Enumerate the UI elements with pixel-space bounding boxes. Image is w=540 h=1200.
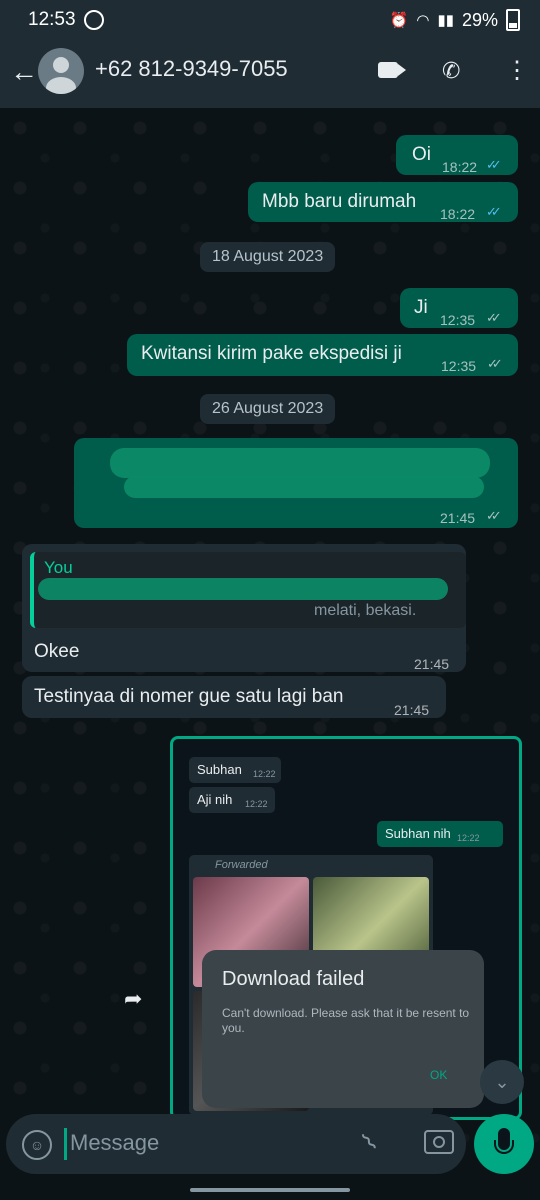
whatsapp-notification-icon [84,10,104,30]
message-text: Mbb baru dirumah [262,191,417,212]
message-text: Testinyaa di nomer gue satu lagi ban [34,686,344,707]
message-input-bar: ☺ Message ⌇ [6,1114,466,1174]
read-ticks-icon: ✓✓ [486,204,502,219]
message-text: Okee [34,641,80,662]
forwarded-label: Forwarded [215,859,268,871]
message-time: 12:35 [440,312,476,328]
message-time: 12:35 [441,358,477,374]
redaction-scribble [38,578,448,600]
contact-name[interactable]: +62 812-9349-7055 [95,56,288,82]
message-time: 18:22 [442,159,478,175]
delivered-ticks-icon: ✓✓ [486,310,502,325]
text-cursor [64,1128,67,1160]
message-text: Ji [414,297,428,318]
nested-message-time: 12:22 [457,833,480,843]
delivered-ticks-icon: ✓✓ [487,356,503,371]
phone-call-icon[interactable]: ✆ [442,58,460,84]
message-time: 21:45 [414,656,450,672]
nested-message-time: 12:22 [253,769,276,779]
status-bar: 12:53 ⏰ ◠ ▮▮ 29% [0,0,540,40]
nested-message-text: Aji nih [197,792,233,807]
nested-message: Aji nih 12:22 [189,787,275,813]
nested-message-text: Subhan [197,762,242,777]
message-bubble[interactable]: Mbb baru dirumah 18:22 ✓✓ [248,182,518,222]
home-indicator[interactable] [190,1188,350,1192]
read-ticks-icon: ✓✓ [486,157,502,172]
nested-message-text: Subhan nih [385,826,451,841]
status-icons: ⏰ ◠ ▮▮ 29% [390,9,520,31]
message-time: 21:45 [394,702,430,718]
avatar[interactable] [38,48,84,94]
message-bubble[interactable]: Oi 18:22 ✓✓ [396,135,518,175]
message-bubble[interactable]: Kwitansi kirim pake ekspedisi ji 12:35 ✓… [127,334,518,376]
redaction-scribble [110,448,490,478]
quote-text: melati, bekasi. [314,602,417,619]
delivered-ticks-icon: ✓✓ [486,508,502,523]
battery-icon [506,9,520,31]
message-time: 18:22 [440,206,476,222]
nested-message: Subhan nih 12:22 [377,821,503,847]
message-text: Oi [412,144,431,165]
nested-message: Subhan 12:22 [189,757,281,783]
quoted-message[interactable]: You melati, bekasi. [30,552,466,628]
back-arrow-icon[interactable]: ← [10,56,38,88]
more-options-icon[interactable]: ⋮ [505,56,529,85]
nested-message-time: 12:22 [245,799,268,809]
alarm-icon: ⏰ [389,12,409,29]
mic-button[interactable] [474,1114,534,1174]
message-input[interactable]: Message [70,1130,159,1156]
forward-icon[interactable]: ➦ [124,986,152,1014]
scroll-down-icon[interactable]: ⌄ [480,1060,524,1104]
signal-icon: ▮▮ [437,12,454,29]
date-separator: 26 August 2023 [200,394,336,424]
date-separator: 18 August 2023 [200,242,336,272]
video-call-icon[interactable] [378,62,398,78]
redaction-scribble [124,476,484,498]
chat-header: ← +62 812-9349-7055 ✆ ⋮ [0,40,540,108]
message-bubble[interactable]: 21:45 ✓✓ [74,438,518,528]
dialog-title: Download failed [222,968,365,990]
wifi-icon: ◠ [416,12,430,29]
message-bubble[interactable]: Ji 12:35 ✓✓ [400,288,518,328]
message-bubble[interactable]: Testinyaa di nomer gue satu lagi ban 21:… [22,676,446,718]
message-text: Kwitansi kirim pake ekspedisi ji [141,343,402,364]
ok-button[interactable]: OK [430,1068,447,1082]
dialog-message: Can't download. Please ask that it be re… [222,1006,470,1035]
camera-icon[interactable] [424,1130,454,1154]
attach-icon[interactable]: ⌇ [356,1128,384,1158]
download-failed-dialog: Download failed Can't download. Please a… [202,950,484,1108]
quote-author: You [44,558,73,577]
message-time: 21:45 [440,510,476,526]
status-time: 12:53 [28,9,76,30]
emoji-icon[interactable]: ☺ [22,1130,52,1160]
battery-percent: 29% [461,9,498,30]
